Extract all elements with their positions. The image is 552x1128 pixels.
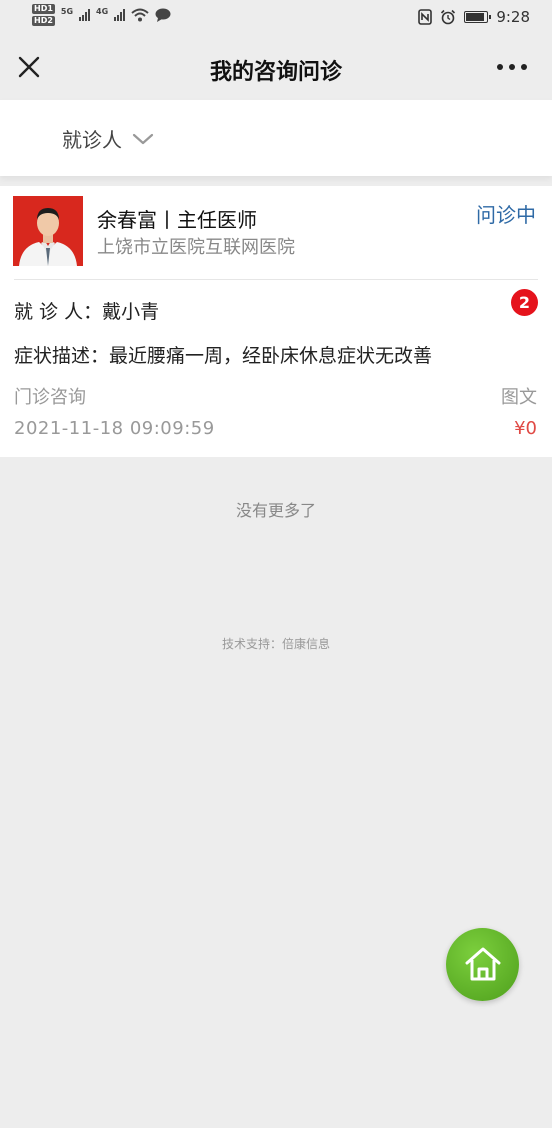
consultation-price: ¥0 <box>514 418 537 439</box>
filter-bar: 就诊人 <box>0 100 552 176</box>
consultation-status: 问诊中 <box>476 203 536 227</box>
network-4g-label: 4G <box>96 6 109 16</box>
battery-icon <box>464 11 492 23</box>
sim2-badge: HD2 <box>32 16 55 26</box>
doctor-portrait-icon <box>13 196 83 266</box>
signal-icon <box>79 9 91 21</box>
status-time: 9:28 <box>496 8 530 26</box>
consultation-card[interactable]: 余春富丨主任医师 上饶市立医院互联网医院 问诊中 2 就 诊 人：戴小青 症状描… <box>0 186 552 457</box>
home-icon <box>465 947 501 981</box>
unread-badge: 2 <box>511 289 538 316</box>
chevron-down-icon <box>132 133 154 144</box>
home-button[interactable] <box>446 928 519 1001</box>
nfc-icon <box>418 9 433 25</box>
patient-filter-label: 就诊人 <box>62 128 122 152</box>
symptom-row: 症状描述：最近腰痛一周，经卧床休息症状无改善 <box>14 345 433 367</box>
patient-row: 就 诊 人：戴小青 <box>14 301 160 323</box>
signal-icon-2 <box>114 9 126 21</box>
more-button[interactable] <box>492 52 532 82</box>
status-right: 9:28 <box>418 8 530 26</box>
network-5g-label: 5G <box>60 6 74 16</box>
consultation-type: 门诊咨询 <box>14 387 86 408</box>
title-bar: 我的咨询问诊 <box>0 36 552 100</box>
consultation-time: 2021-11-18 09:09:59 <box>14 418 215 439</box>
message-icon <box>155 8 171 22</box>
more-icon <box>497 64 527 70</box>
sim-indicators: HD1 HD2 <box>32 4 55 26</box>
doctor-avatar <box>13 196 83 266</box>
patient-filter-dropdown[interactable]: 就诊人 <box>62 124 154 153</box>
consultation-mode: 图文 <box>501 387 537 408</box>
status-bar: HD1 HD2 5G 4G 9:28 <box>0 0 552 36</box>
status-left: HD1 HD2 5G 4G <box>32 4 171 26</box>
page-title: 我的咨询问诊 <box>209 60 342 85</box>
alarm-icon <box>441 9 456 25</box>
card-divider <box>14 279 538 280</box>
tech-support-text: 技术支持：倍康信息 <box>221 637 330 651</box>
hospital-name: 上饶市立医院互联网医院 <box>97 237 295 258</box>
sim1-badge: HD1 <box>32 4 55 14</box>
no-more-text: 没有更多了 <box>235 501 316 520</box>
doctor-name: 余春富丨主任医师 <box>97 208 257 232</box>
wifi-icon <box>131 8 149 22</box>
